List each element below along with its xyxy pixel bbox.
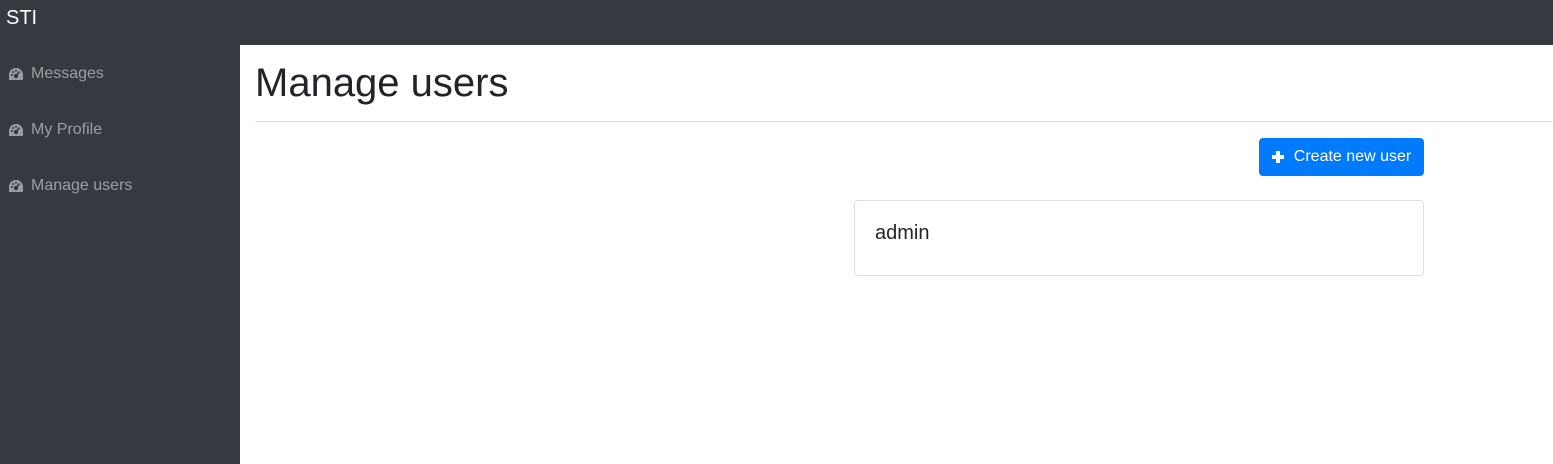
divider <box>255 121 1553 122</box>
user-card: admin <box>854 200 1424 276</box>
dashboard-icon <box>8 179 24 193</box>
sidebar: Messages My Profile Manage users <box>0 45 240 464</box>
sidebar-item-label: My Profile <box>31 121 103 138</box>
dashboard-icon <box>8 123 24 137</box>
plus-icon <box>1271 151 1284 163</box>
dashboard-icon <box>8 67 24 81</box>
page-title: Manage users <box>255 61 509 105</box>
sidebar-item-label: Manage users <box>31 177 133 194</box>
main-content: Manage users Create new user admin <box>240 45 1553 464</box>
create-new-user-label: Create new user <box>1293 148 1412 165</box>
sidebar-item-label: Messages <box>31 65 104 82</box>
sidebar-item-messages[interactable]: Messages <box>8 62 104 86</box>
sidebar-item-manage-users[interactable]: Manage users <box>8 174 132 198</box>
create-new-user-button[interactable]: Create new user <box>1259 138 1424 176</box>
user-name-link[interactable]: admin <box>875 221 929 245</box>
top-navbar: STI <box>0 0 1553 45</box>
brand-link[interactable]: STI <box>6 6 37 30</box>
sidebar-item-my-profile[interactable]: My Profile <box>8 118 102 142</box>
